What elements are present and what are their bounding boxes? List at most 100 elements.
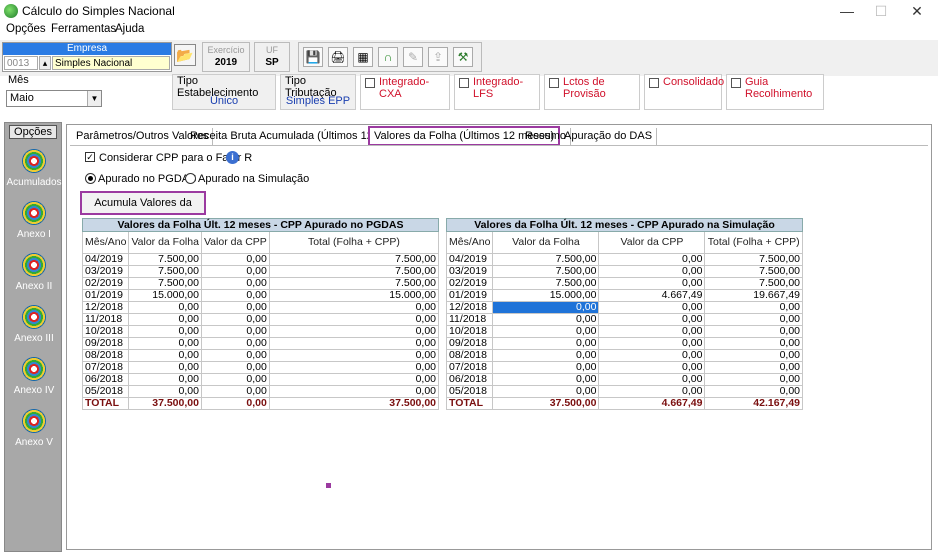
empresa-name-field[interactable]: Simples Nacional: [52, 56, 170, 70]
month-cell: 11/2018: [81, 313, 130, 326]
value-cell: 0,00: [200, 337, 270, 350]
exercicio-box: Exercício 2019: [202, 42, 250, 72]
tipo-estabelecimento-box: Tipo Estabelecimento Único: [172, 74, 276, 110]
preview-icon[interactable]: ▦: [353, 47, 373, 67]
check-guia-recolhimento[interactable]: Guia Recolhimento: [726, 74, 824, 110]
sidebar-item-acumulados[interactable]: Acumulados: [5, 149, 63, 199]
value-cell[interactable]: 0,00: [598, 385, 706, 398]
value-cell[interactable]: 7.500,00: [704, 277, 803, 290]
empresa-code-field[interactable]: 0013: [4, 56, 38, 70]
mes-label: Mês: [8, 74, 29, 86]
value-cell[interactable]: 0,00: [598, 277, 706, 290]
check-label: Integrado-CXA: [379, 76, 430, 100]
save-icon[interactable]: 💾: [303, 47, 323, 67]
cpp-checkbox[interactable]: ✓: [85, 152, 95, 162]
value-cell[interactable]: 0,00: [598, 325, 706, 338]
checkbox-icon[interactable]: [649, 78, 659, 88]
value-cell[interactable]: 0,00: [704, 337, 803, 350]
value-cell[interactable]: 0,00: [598, 253, 706, 266]
value-cell[interactable]: 0,00: [704, 313, 803, 326]
value-cell: 0,00: [200, 361, 270, 374]
folha-simulacao-table: Valores da Folha Últ. 12 meses - CPP Apu…: [445, 218, 803, 410]
value-cell[interactable]: 0,00: [704, 373, 803, 386]
menu-ajuda[interactable]: Ajuda: [115, 23, 144, 35]
mes-select[interactable]: Maio ▼: [6, 90, 102, 107]
tools-icon[interactable]: ⚒: [453, 47, 473, 67]
value-cell[interactable]: 0,00: [598, 349, 706, 362]
value-cell[interactable]: 0,00: [492, 361, 600, 374]
month-cell: 10/2018: [81, 325, 130, 338]
value-cell[interactable]: 0,00: [492, 385, 600, 398]
checkbox-icon[interactable]: [365, 78, 375, 88]
menu-ferramentas[interactable]: Ferramentas: [51, 23, 116, 35]
value-cell[interactable]: 7.500,00: [492, 265, 600, 278]
value-cell[interactable]: 0,00: [598, 313, 706, 326]
radio-simulacao-label: Apurado na Simulação: [198, 173, 310, 185]
value-cell[interactable]: 0,00: [598, 361, 706, 374]
open-folder-button[interactable]: 📂: [174, 44, 196, 66]
value-cell[interactable]: 0,00: [492, 349, 600, 362]
value-cell[interactable]: 0,00: [704, 385, 803, 398]
value-cell: 15.000,00: [128, 289, 202, 302]
value-cell[interactable]: 0,00: [492, 301, 600, 314]
value-cell[interactable]: 0,00: [492, 373, 600, 386]
check-lctos-provisao[interactable]: Lctos de Provisão: [544, 74, 640, 110]
sidebar-item-anexo-i[interactable]: Anexo I: [5, 201, 63, 251]
minimize-button[interactable]: —: [830, 0, 864, 22]
check-integrado-cxa[interactable]: Integrado-CXA: [360, 74, 450, 110]
month-cell: 07/2018: [81, 361, 130, 374]
value-cell: 0,00: [268, 373, 440, 386]
total-value: 37.500,00: [492, 397, 600, 410]
value-cell[interactable]: 0,00: [598, 373, 706, 386]
value-cell[interactable]: 7.500,00: [492, 277, 600, 290]
value-cell[interactable]: 0,00: [598, 265, 706, 278]
acumula-valores-button[interactable]: Acumula Valores da Folha: [80, 191, 206, 229]
sidebar-item-anexo-v[interactable]: Anexo V: [5, 409, 63, 459]
checkbox-icon[interactable]: [549, 78, 559, 88]
menu-opcoes[interactable]: Opções: [6, 23, 46, 35]
value-cell[interactable]: 0,00: [598, 301, 706, 314]
maximize-button[interactable]: ☐: [864, 0, 898, 22]
value-cell: 7.500,00: [268, 253, 440, 266]
tab-apuracao-das[interactable]: Apuração do DAS: [560, 128, 658, 146]
value-cell[interactable]: 0,00: [492, 313, 600, 326]
sidebar-item-anexo-iv[interactable]: Anexo IV: [5, 357, 63, 407]
close-button[interactable]: ✕: [900, 0, 934, 22]
value-cell: 0,00: [268, 337, 440, 350]
month-cell: 08/2018: [445, 349, 494, 362]
value-cell[interactable]: 15.000,00: [492, 289, 600, 302]
radio-apurado-simulacao[interactable]: [185, 173, 196, 184]
checkbox-icon[interactable]: [459, 78, 469, 88]
value-cell[interactable]: 4.667,49: [598, 289, 706, 302]
value-cell[interactable]: 0,00: [704, 301, 803, 314]
value-cell[interactable]: 0,00: [492, 337, 600, 350]
info-icon[interactable]: i: [226, 151, 239, 164]
sidebar-item-anexo-ii[interactable]: Anexo II: [5, 253, 63, 303]
table-row: 06/2018 0,00 0,00 0,00: [445, 373, 803, 386]
month-cell: 01/2019: [81, 289, 130, 302]
value-cell[interactable]: 0,00: [492, 325, 600, 338]
value-cell[interactable]: 19.667,49: [704, 289, 803, 302]
check-integrado-lfs[interactable]: Integrado-LFS: [454, 74, 540, 110]
check-consolidado[interactable]: Consolidado: [644, 74, 724, 110]
chevron-down-icon[interactable]: ▼: [87, 91, 101, 106]
value-cell: 0,00: [200, 373, 270, 386]
checkbox-icon[interactable]: [731, 78, 741, 88]
sidebar-title: Opções: [9, 125, 57, 139]
value-cell[interactable]: 0,00: [704, 349, 803, 362]
value-cell[interactable]: 7.500,00: [704, 265, 803, 278]
sidebar-item-anexo-iii[interactable]: Anexo III: [5, 305, 63, 355]
value-cell[interactable]: 0,00: [704, 361, 803, 374]
value-cell[interactable]: 0,00: [598, 337, 706, 350]
table-row: 10/2018 0,00 0,00 0,00: [81, 325, 440, 338]
value-cell[interactable]: 7.500,00: [492, 253, 600, 266]
print-icon[interactable]: 🖨: [328, 47, 348, 67]
edit-icon[interactable]: ✎: [403, 47, 423, 67]
value-cell[interactable]: 7.500,00: [704, 253, 803, 266]
value-cell: 0,00: [128, 349, 202, 362]
export-icon[interactable]: ⇪: [428, 47, 448, 67]
radio-apurado-pgdas[interactable]: [85, 173, 96, 184]
value-cell[interactable]: 0,00: [704, 325, 803, 338]
empresa-spin-icon[interactable]: ▴: [39, 56, 51, 70]
lock-icon[interactable]: ∩: [378, 47, 398, 67]
